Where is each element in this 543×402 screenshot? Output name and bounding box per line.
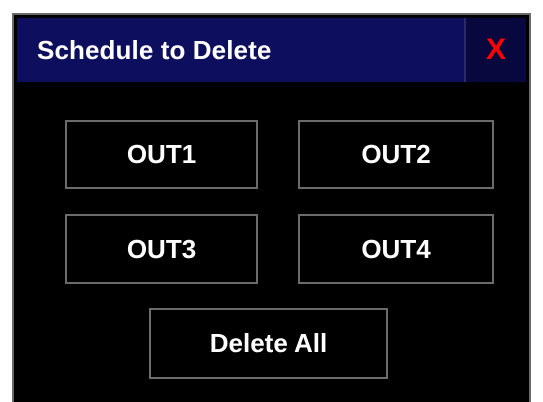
out3-button[interactable]: OUT3 [65,214,258,284]
titlebar: Schedule to Delete X [17,18,526,82]
delete-all-button[interactable]: Delete All [149,308,388,379]
out2-button[interactable]: OUT2 [298,120,494,189]
close-icon: X [485,33,506,66]
out4-button[interactable]: OUT4 [298,214,494,284]
schedule-delete-dialog: Schedule to Delete X OUT1 OUT2 OUT3 OUT4… [12,13,531,402]
out1-button[interactable]: OUT1 [65,120,258,189]
close-button[interactable]: X [464,18,526,82]
dialog-title: Schedule to Delete [37,35,272,65]
